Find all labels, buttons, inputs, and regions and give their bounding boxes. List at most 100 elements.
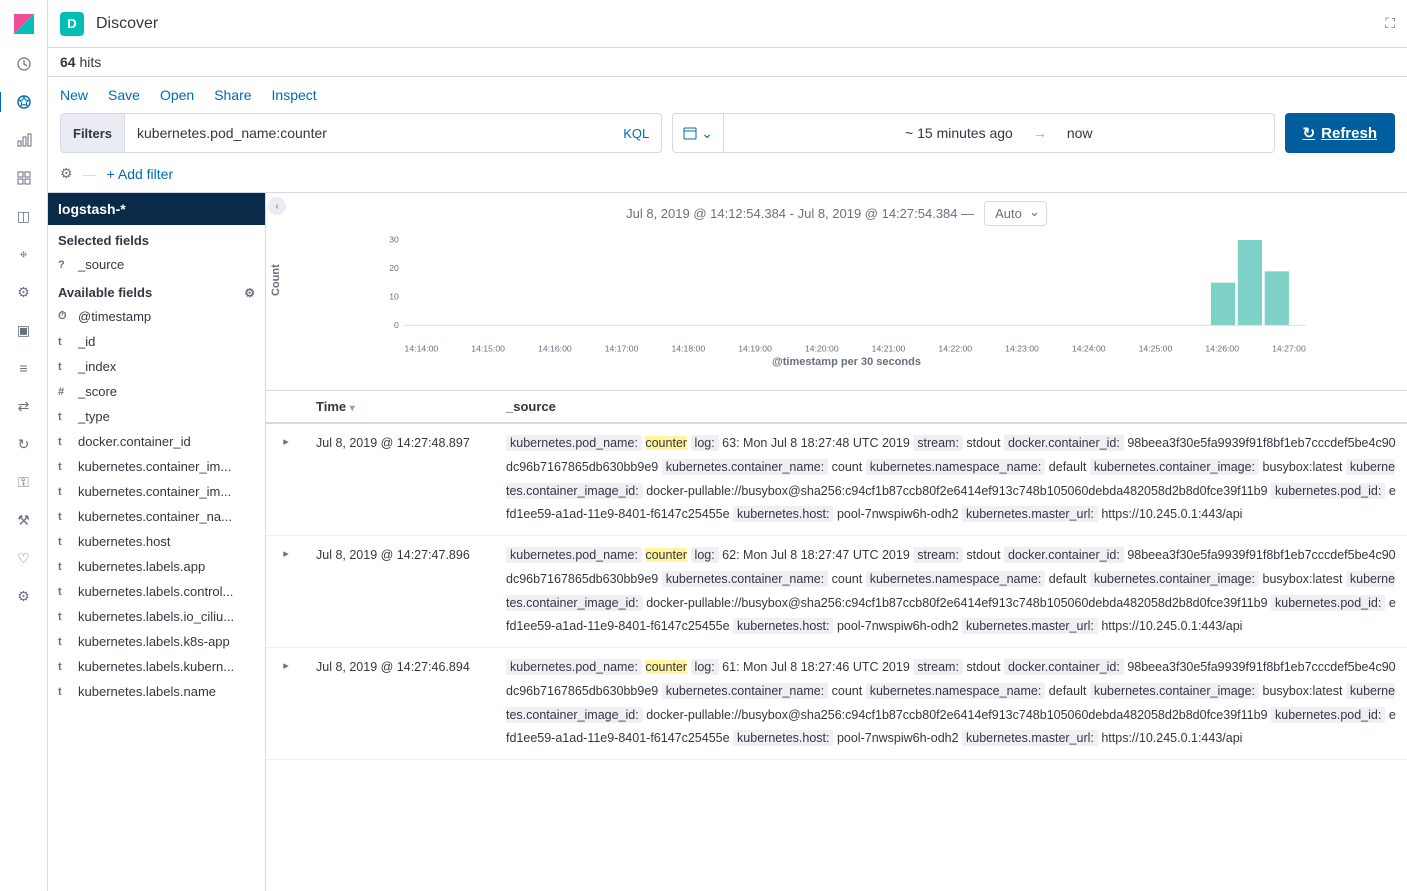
field-type-icon: t [58, 336, 70, 348]
chart-time-range: Jul 8, 2019 @ 14:12:54.384 - Jul 8, 2019… [626, 206, 974, 221]
field-key: kubernetes.pod_name: [506, 435, 642, 451]
field-item[interactable]: tkubernetes.labels.name [48, 679, 265, 704]
query-input[interactable] [125, 125, 611, 141]
field-key: stream: [913, 547, 963, 563]
devtools-icon[interactable]: ⚒ [14, 510, 34, 530]
available-fields-header: Available fields [58, 285, 152, 300]
new-link[interactable]: New [60, 87, 88, 103]
svg-text:14:27:00: 14:27:00 [1272, 343, 1306, 353]
field-key: kubernetes.host: [733, 730, 833, 746]
app-badge: D [60, 12, 84, 36]
dashboard-icon[interactable] [14, 168, 34, 188]
field-key: docker.container_id: [1004, 435, 1124, 451]
field-item[interactable]: ?_source [48, 252, 265, 277]
svg-text:30: 30 [389, 235, 399, 245]
kibana-logo[interactable] [12, 12, 36, 36]
siem-icon[interactable]: ⚿ [14, 472, 34, 492]
date-from[interactable]: ~ 15 minutes ago [905, 125, 1013, 141]
add-filter-link[interactable]: + Add filter [107, 166, 174, 182]
save-link[interactable]: Save [108, 87, 140, 103]
field-type-icon: t [58, 461, 70, 473]
field-key: kubernetes.container_name: [662, 571, 828, 587]
field-type-icon: t [58, 411, 70, 423]
query-bar: Filters KQL [60, 113, 662, 153]
field-type-icon: t [58, 636, 70, 648]
field-item[interactable]: t_id [48, 329, 265, 354]
time-column-header[interactable]: Time ▾ [306, 399, 506, 414]
field-key: kubernetes.pod_id: [1271, 707, 1385, 723]
field-key: log: [691, 435, 719, 451]
expand-row-icon[interactable]: ▸ [266, 544, 306, 639]
field-item[interactable]: tkubernetes.container_na... [48, 504, 265, 529]
monitoring-icon[interactable]: ♡ [14, 548, 34, 568]
hits-count: 64 [60, 54, 76, 70]
field-key: kubernetes.pod_name: [506, 547, 642, 563]
fields-settings-icon[interactable]: ⚙ [244, 286, 255, 300]
svg-text:10: 10 [389, 291, 399, 301]
source-column-header: _source [506, 399, 1407, 414]
discover-icon[interactable] [0, 92, 47, 112]
expand-row-icon[interactable]: ▸ [266, 432, 306, 527]
inspect-link[interactable]: Inspect [272, 87, 317, 103]
canvas-icon[interactable]: ◫ [14, 206, 34, 226]
doc-row: ▸ Jul 8, 2019 @ 14:27:47.896 kubernetes.… [266, 536, 1407, 648]
doc-table-header: Time ▾ _source [266, 390, 1407, 424]
recent-icon[interactable] [14, 54, 34, 74]
field-item[interactable]: tkubernetes.container_im... [48, 479, 265, 504]
field-key: stream: [913, 659, 963, 675]
collapse-sidebar-icon[interactable]: ‹ [268, 197, 286, 215]
page-title: Discover [96, 15, 158, 33]
field-item[interactable]: ⏱@timestamp [48, 304, 265, 329]
field-item[interactable]: tkubernetes.labels.control... [48, 579, 265, 604]
svg-text:20: 20 [389, 263, 399, 273]
field-item[interactable]: t kubernetes.labels.k8s-app [48, 629, 265, 654]
maps-icon[interactable]: ⌖ [14, 244, 34, 264]
doc-row: ▸ Jul 8, 2019 @ 14:27:46.894 kubernetes.… [266, 648, 1407, 760]
field-type-icon: # [58, 386, 70, 398]
svg-text:14:15:00: 14:15:00 [471, 343, 505, 353]
management-icon[interactable]: ⚙ [14, 586, 34, 606]
field-item[interactable]: tkubernetes.host [48, 529, 265, 554]
field-key: kubernetes.pod_id: [1271, 595, 1385, 611]
field-item[interactable]: tkubernetes.labels.io_ciliu... [48, 604, 265, 629]
field-item[interactable]: tkubernetes.container_im... [48, 454, 265, 479]
infra-icon[interactable]: ▣ [14, 320, 34, 340]
svg-text:14:25:00: 14:25:00 [1139, 343, 1173, 353]
field-item[interactable]: tdocker.container_id [48, 429, 265, 454]
field-key: kubernetes.container_image: [1090, 571, 1259, 587]
field-item[interactable]: t_index [48, 354, 265, 379]
field-item[interactable]: #_score [48, 379, 265, 404]
field-type-icon: t [58, 661, 70, 673]
svg-text:14:20:00: 14:20:00 [805, 343, 839, 353]
filter-options-icon[interactable]: ⚙ [60, 165, 73, 182]
open-link[interactable]: Open [160, 87, 194, 103]
field-item[interactable]: tkubernetes.labels.app [48, 554, 265, 579]
top-bar: D Discover ⛶ [48, 0, 1407, 48]
visualize-icon[interactable] [14, 130, 34, 150]
apm-icon[interactable]: ⇄ [14, 396, 34, 416]
field-item[interactable]: t_type [48, 404, 265, 429]
ml-icon[interactable]: ⚙ [14, 282, 34, 302]
fullscreen-icon[interactable]: ⛶ [1385, 15, 1395, 32]
field-key: kubernetes.container_image: [1090, 459, 1259, 475]
histogram-chart[interactable]: 010203014:14:0014:15:0014:16:0014:17:001… [326, 230, 1367, 360]
kql-toggle[interactable]: KQL [611, 126, 661, 141]
field-name: kubernetes.labels.k8s-app [78, 634, 230, 649]
expand-row-icon[interactable]: ▸ [266, 656, 306, 751]
field-key: log: [691, 547, 719, 563]
fields-panel: logstash-* Selected fields ?_source Avai… [48, 193, 266, 891]
refresh-icon: ↻ [1303, 124, 1316, 142]
refresh-button[interactable]: ↻ Refresh [1285, 113, 1395, 153]
field-name: kubernetes.labels.app [78, 559, 205, 574]
date-to[interactable]: now [1067, 125, 1093, 141]
field-name: kubernetes.container_na... [78, 509, 232, 524]
index-pattern-selector[interactable]: logstash-* [48, 193, 265, 225]
interval-select[interactable]: Auto [984, 201, 1047, 226]
share-link[interactable]: Share [214, 87, 251, 103]
field-item[interactable]: tkubernetes.labels.kubern... [48, 654, 265, 679]
calendar-button[interactable]: ⌄ [673, 114, 724, 152]
logs-icon[interactable]: ≡ [14, 358, 34, 378]
svg-text:14:21:00: 14:21:00 [872, 343, 906, 353]
doc-source: kubernetes.pod_name: counter log: 61: Mo… [506, 656, 1407, 751]
uptime-icon[interactable]: ↻ [14, 434, 34, 454]
